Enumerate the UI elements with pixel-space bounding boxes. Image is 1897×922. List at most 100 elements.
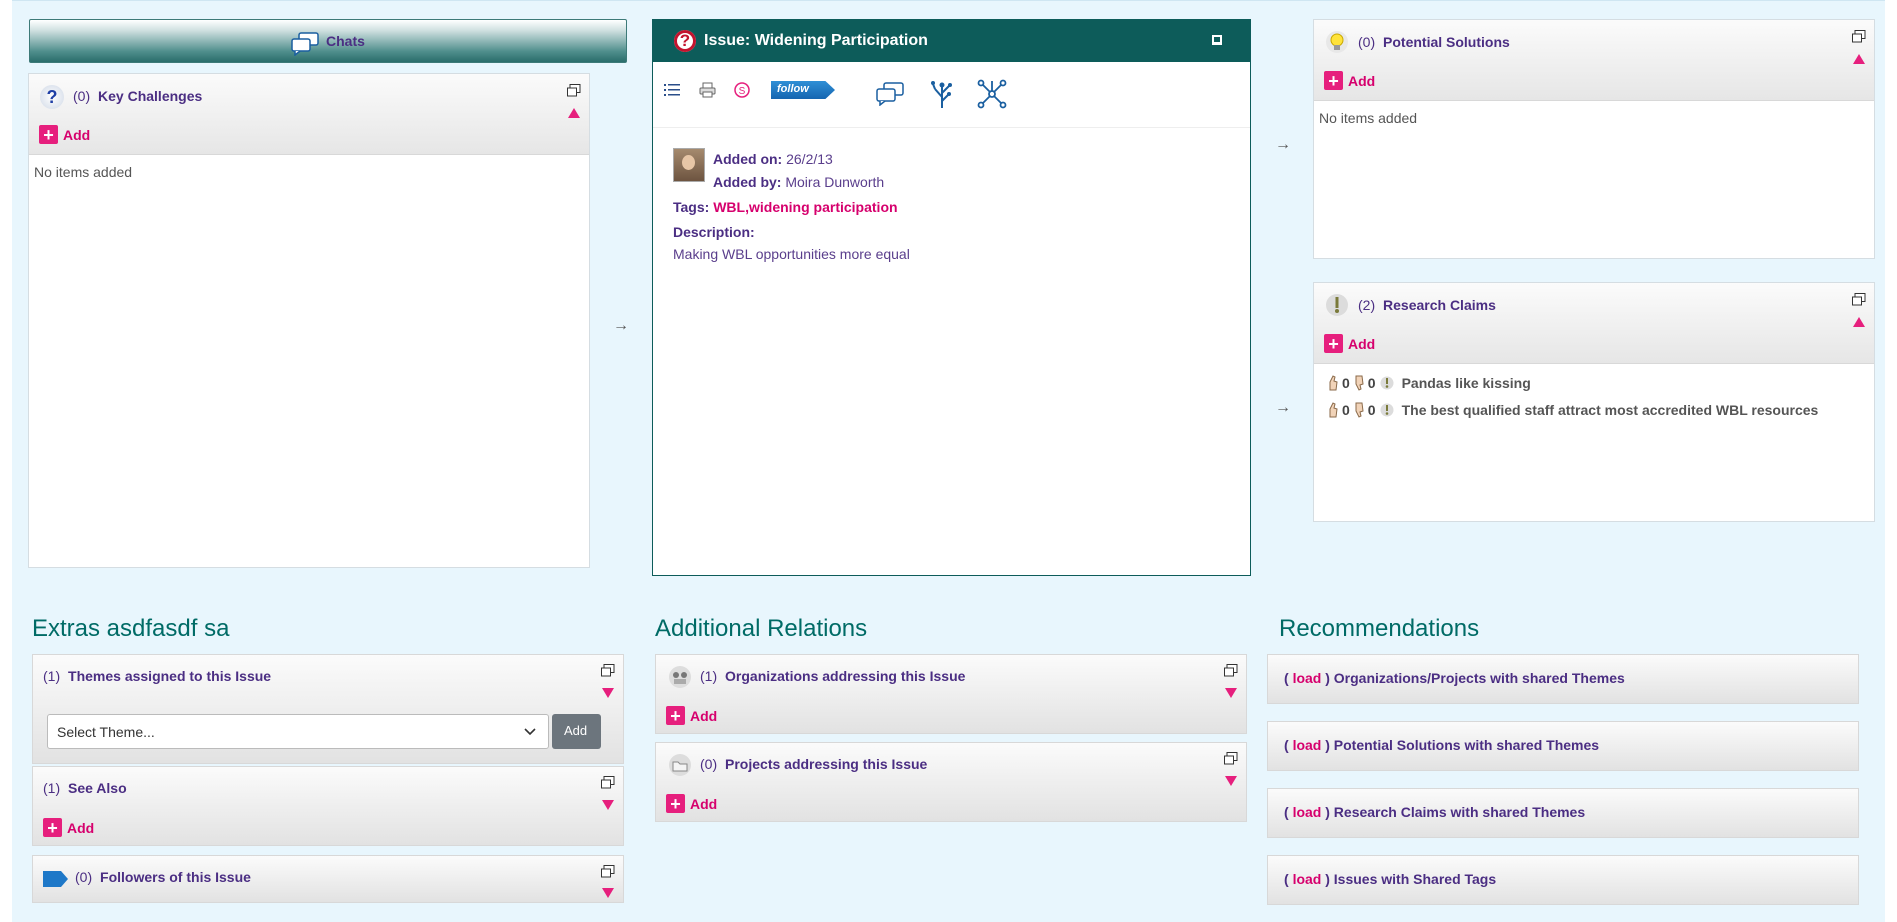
- maximize-icon[interactable]: [1852, 293, 1866, 306]
- maximize-icon[interactable]: [567, 84, 581, 97]
- plus-icon: +: [1324, 334, 1343, 353]
- list-icon[interactable]: [664, 83, 680, 97]
- load-link[interactable]: load: [1293, 670, 1322, 686]
- expand-icon[interactable]: [602, 800, 614, 810]
- recommendation-row[interactable]: ( load ) Research Claims with shared The…: [1267, 788, 1859, 838]
- recommendation-row[interactable]: ( load ) Organizations/Projects with sha…: [1267, 654, 1859, 704]
- potential-solutions-panel: (0) Potential Solutions + Add No items a…: [1313, 19, 1875, 259]
- plus-icon: +: [39, 125, 58, 144]
- tag-link[interactable]: widening participation: [749, 199, 898, 215]
- paren-open: (: [1284, 804, 1289, 820]
- recommendation-label: Issues with Shared Tags: [1333, 871, 1497, 887]
- recommendation-label: Potential Solutions with shared Themes: [1333, 737, 1600, 753]
- key-challenges-header: ? (0) Key Challenges + Add: [29, 74, 589, 155]
- chat-bubbles-icon: [291, 32, 319, 56]
- add-label: Add: [690, 795, 718, 812]
- organizations-title: Organizations addressing this Issue: [725, 668, 966, 684]
- user-avatar[interactable]: [673, 148, 705, 182]
- thumbs-up-icon[interactable]: [1328, 375, 1338, 391]
- spam-icon[interactable]: S: [734, 82, 750, 98]
- load-link[interactable]: load: [1293, 804, 1322, 820]
- expand-icon[interactable]: [1225, 776, 1237, 786]
- tags-row: Tags: WBL,widening participation: [673, 199, 898, 215]
- issue-title: Issue: Widening Participation: [704, 32, 928, 49]
- key-challenges-add-button[interactable]: + Add: [39, 125, 90, 144]
- recommendation-label: Organizations/Projects with shared Theme…: [1333, 670, 1625, 686]
- lightbulb-icon: [1326, 31, 1348, 53]
- tree-icon[interactable]: [930, 79, 954, 109]
- thumbs-up-icon[interactable]: [1328, 402, 1338, 418]
- recommendation-row[interactable]: ( load ) Issues with Shared Tags: [1267, 855, 1859, 905]
- potential-solutions-title[interactable]: Potential Solutions: [1383, 34, 1510, 50]
- tags-label: Tags:: [673, 199, 710, 215]
- added-on-value: 26/2/13: [786, 151, 833, 167]
- chats-button[interactable]: Chats: [29, 19, 627, 63]
- print-icon[interactable]: [699, 82, 716, 98]
- expand-icon[interactable]: [602, 688, 614, 698]
- see-also-count: (1): [43, 780, 61, 796]
- arrow-right-icon: →: [1275, 136, 1291, 153]
- theme-add-button[interactable]: Add: [552, 714, 601, 749]
- minimize-icon[interactable]: [1211, 34, 1223, 46]
- collapse-icon[interactable]: [1853, 317, 1865, 327]
- claim-link[interactable]: The best qualified staff attract most ac…: [1402, 402, 1819, 418]
- projects-widget: (0) Projects addressing this Issue + Add: [655, 742, 1247, 822]
- plus-icon: +: [43, 818, 62, 837]
- tag-link[interactable]: WBL: [713, 199, 745, 215]
- follow-button[interactable]: follow: [771, 81, 835, 99]
- maximize-icon[interactable]: [601, 776, 615, 789]
- load-link[interactable]: load: [1293, 737, 1322, 753]
- vote-up-count: 0: [1342, 375, 1350, 391]
- plus-icon: +: [666, 706, 685, 725]
- collapse-icon[interactable]: [568, 108, 580, 118]
- research-claims-add-button[interactable]: + Add: [1324, 334, 1375, 353]
- maximize-icon[interactable]: [601, 664, 615, 677]
- collapse-icon[interactable]: [1853, 54, 1865, 64]
- added-by-link[interactable]: Moira Dunworth: [785, 174, 884, 190]
- chat-icon[interactable]: [875, 82, 905, 106]
- maximize-icon[interactable]: [601, 865, 615, 878]
- thumbs-down-icon[interactable]: [1354, 375, 1364, 391]
- load-link[interactable]: load: [1293, 871, 1322, 887]
- maximize-icon[interactable]: [1852, 30, 1866, 43]
- see-also-add-button[interactable]: + Add: [43, 818, 94, 837]
- projects-title: Projects addressing this Issue: [725, 756, 928, 772]
- organizations-widget: (1) Organizations addressing this Issue …: [655, 654, 1247, 734]
- maximize-icon[interactable]: [1224, 664, 1238, 677]
- potential-solutions-add-button[interactable]: + Add: [1324, 71, 1375, 90]
- plus-icon: +: [1324, 71, 1343, 90]
- claim-row: 0 0 The best qualified staff attract mos…: [1328, 402, 1818, 418]
- organization-icon: [669, 666, 691, 688]
- follow-label: follow: [777, 83, 809, 95]
- themes-widget: (1) Themes assigned to this Issue Select…: [32, 654, 624, 764]
- followers-widget: (0) Followers of this Issue: [32, 855, 624, 903]
- question-icon: ?: [40, 85, 64, 109]
- expand-icon[interactable]: [602, 888, 614, 898]
- key-challenges-title[interactable]: Key Challenges: [98, 88, 202, 104]
- research-claims-title[interactable]: Research Claims: [1383, 297, 1496, 313]
- projects-add-button[interactable]: + Add: [666, 794, 717, 813]
- theme-select[interactable]: Select Theme...: [47, 714, 549, 749]
- claim-link[interactable]: Pandas like kissing: [1402, 375, 1531, 391]
- recommendation-row[interactable]: ( load ) Potential Solutions with shared…: [1267, 721, 1859, 771]
- recommendations-heading: Recommendations: [1279, 615, 1480, 642]
- themes-title: Themes assigned to this Issue: [68, 668, 272, 684]
- research-claim-icon: [1380, 376, 1394, 390]
- arrow-right-icon: →: [613, 317, 629, 334]
- potential-solutions-count: (0): [1358, 34, 1376, 50]
- potential-solutions-empty: No items added: [1319, 110, 1418, 126]
- research-claims-panel: (2) Research Claims + Add 0 0 Pandas lik…: [1313, 282, 1875, 522]
- vote-up-count: 0: [1342, 402, 1350, 418]
- issue-panel: ? Issue: Widening Participation S follow…: [652, 19, 1251, 576]
- maximize-icon[interactable]: [1224, 752, 1238, 765]
- network-icon[interactable]: [977, 79, 1007, 109]
- project-icon: [669, 754, 691, 776]
- expand-icon[interactable]: [1225, 688, 1237, 698]
- add-label: Add: [1348, 72, 1376, 89]
- see-also-widget: (1) See Also + Add: [32, 766, 624, 846]
- additional-relations-heading: Additional Relations: [655, 615, 868, 642]
- organizations-add-button[interactable]: + Add: [666, 706, 717, 725]
- paren-close: ): [1325, 670, 1330, 686]
- description-label: Description:: [673, 224, 755, 240]
- thumbs-down-icon[interactable]: [1354, 402, 1364, 418]
